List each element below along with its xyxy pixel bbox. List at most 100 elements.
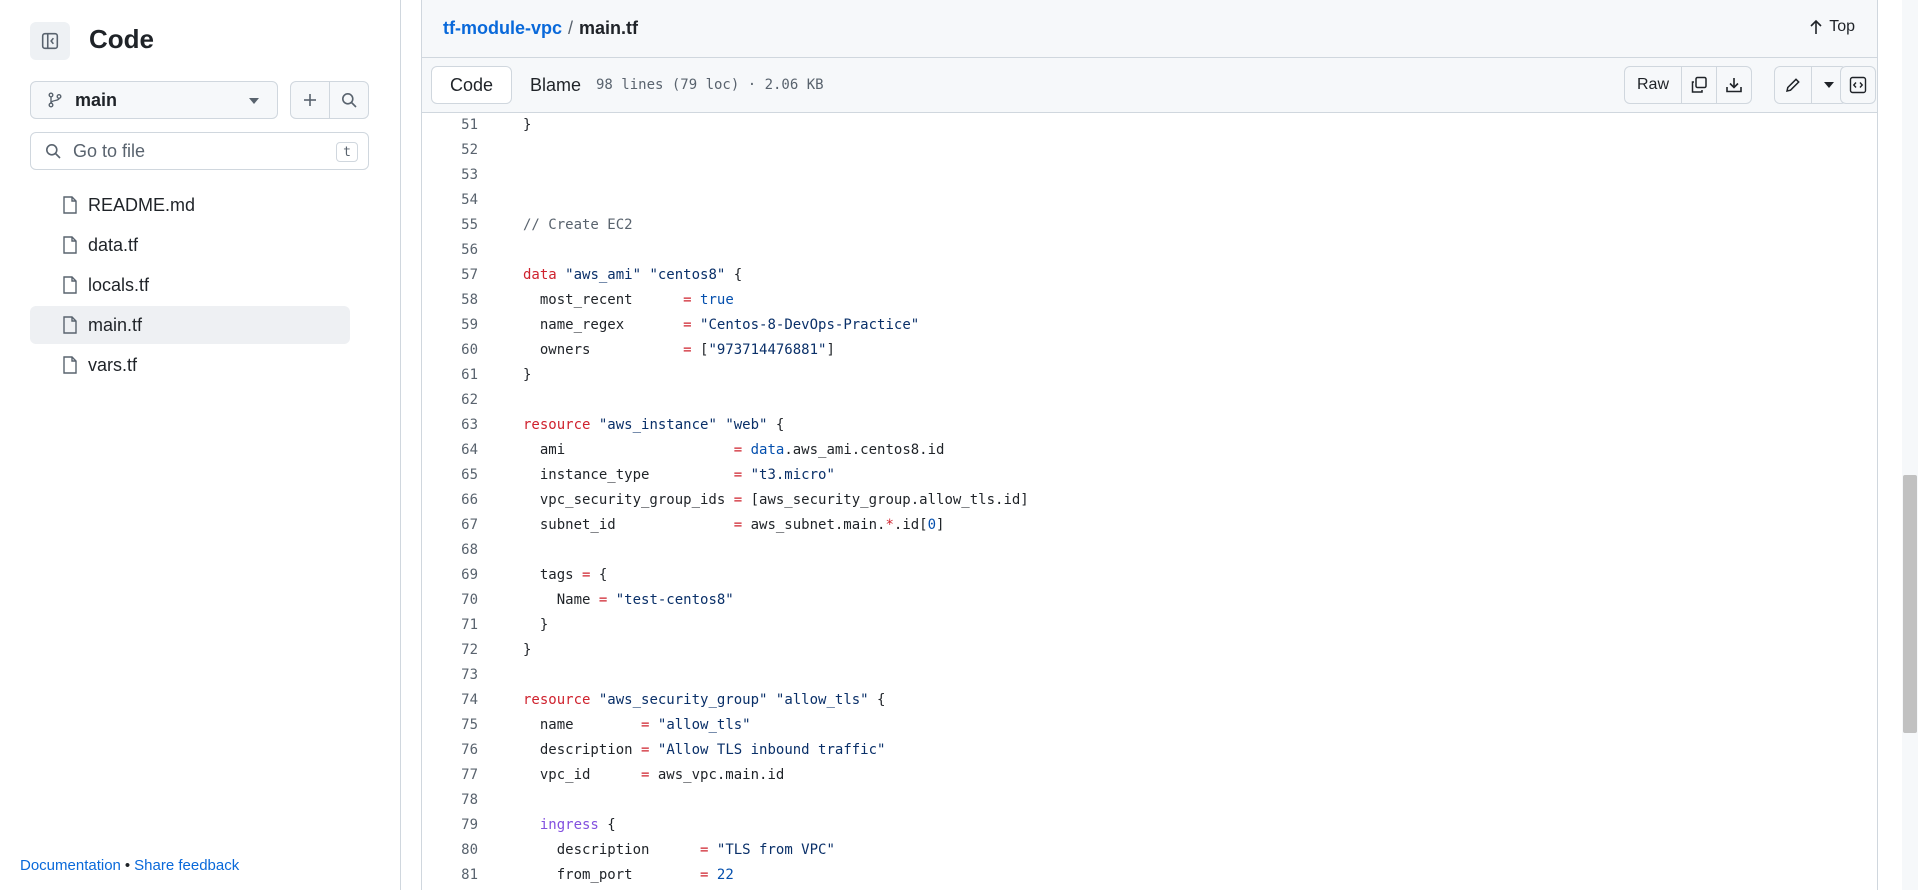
- file-icon: [63, 316, 77, 334]
- code-token: description: [523, 842, 701, 858]
- line-number[interactable]: 65: [422, 463, 478, 488]
- code-token: }: [523, 617, 549, 633]
- breadcrumb-repo-link[interactable]: tf-module-vpc: [443, 18, 562, 38]
- line-number[interactable]: 64: [422, 438, 478, 463]
- file-tree-item-readme[interactable]: README.md: [30, 186, 350, 224]
- file-name: main.tf: [88, 314, 143, 335]
- code-token: "test-centos8": [615, 592, 734, 608]
- code-content: name_regex = "Centos-8-DevOps-Practice": [523, 313, 919, 338]
- code-content: description = "Allow TLS inbound traffic…: [523, 738, 886, 763]
- code-content: most_recent = true: [523, 288, 734, 313]
- line-number[interactable]: 58: [422, 288, 478, 313]
- code-token: =: [733, 467, 743, 483]
- line-number[interactable]: 66: [422, 488, 478, 513]
- file-icon: [63, 356, 77, 374]
- line-number[interactable]: 56: [422, 238, 478, 263]
- file-tree-item-main-tf[interactable]: main.tf: [30, 306, 350, 344]
- line-number[interactable]: 77: [422, 763, 478, 788]
- file-icon: [63, 236, 77, 254]
- file-tree-item-vars-tf[interactable]: vars.tf: [30, 346, 350, 384]
- code-line: 53: [422, 163, 1877, 188]
- code-content: Name = "test-centos8": [523, 588, 734, 613]
- go-to-file-input[interactable]: Go to file t: [30, 132, 369, 170]
- copy-raw-button[interactable]: [1682, 67, 1718, 103]
- code-content: }: [523, 363, 531, 388]
- code-token: [: [691, 342, 709, 358]
- line-number[interactable]: 53: [422, 163, 478, 188]
- go-to-file-placeholder: Go to file: [73, 140, 146, 161]
- pencil-icon: [1786, 78, 1800, 92]
- code-token: data: [523, 267, 557, 283]
- line-number[interactable]: 59: [422, 313, 478, 338]
- line-number[interactable]: 63: [422, 413, 478, 438]
- add-file-button[interactable]: [290, 81, 330, 119]
- edit-file-button[interactable]: [1775, 67, 1812, 103]
- line-number[interactable]: 79: [422, 813, 478, 838]
- line-number[interactable]: 54: [422, 188, 478, 213]
- search-code-button[interactable]: [329, 81, 369, 119]
- code-line: 71 }: [422, 613, 1877, 638]
- tab-code[interactable]: Code: [431, 66, 513, 104]
- line-number[interactable]: 78: [422, 788, 478, 813]
- code-content: from_port = 22: [523, 863, 734, 888]
- line-number[interactable]: 68: [422, 538, 478, 563]
- scroll-to-top-button[interactable]: Top: [1809, 18, 1855, 36]
- code-line: 57 data "aws_ami" "centos8" {: [422, 263, 1877, 288]
- line-number[interactable]: 51: [422, 113, 478, 138]
- code-token: instance_type: [523, 467, 734, 483]
- documentation-link[interactable]: Documentation: [20, 857, 121, 874]
- page-scrollbar[interactable]: [1902, 0, 1918, 890]
- code-content: resource "aws_security_group" "allow_tls…: [523, 688, 885, 713]
- code-line: 56: [422, 238, 1877, 263]
- file-tree-item-data-tf[interactable]: data.tf: [30, 226, 350, 264]
- line-number[interactable]: 55: [422, 213, 478, 238]
- tab-blame[interactable]: Blame: [512, 66, 599, 104]
- code-line: 72}: [422, 638, 1877, 663]
- collapse-sidebar-button[interactable]: [30, 22, 70, 60]
- download-raw-button[interactable]: [1717, 67, 1751, 103]
- code-line: 73: [422, 663, 1877, 688]
- line-number[interactable]: 76: [422, 738, 478, 763]
- file-icon: [63, 276, 77, 294]
- code-token: "allow_tls": [657, 717, 751, 733]
- code-token: "aws_instance": [598, 417, 717, 433]
- chevron-down-icon: [249, 98, 259, 104]
- file-name: data.tf: [88, 234, 139, 255]
- line-number[interactable]: 69: [422, 563, 478, 588]
- line-number[interactable]: 75: [422, 713, 478, 738]
- page-scrollbar-thumb[interactable]: [1903, 475, 1917, 733]
- line-number[interactable]: 57: [422, 263, 478, 288]
- line-number[interactable]: 61: [422, 363, 478, 388]
- line-number[interactable]: 71: [422, 613, 478, 638]
- line-number[interactable]: 81: [422, 863, 478, 888]
- branch-selector[interactable]: main: [30, 81, 278, 119]
- line-number[interactable]: 73: [422, 663, 478, 688]
- line-number[interactable]: 72: [422, 638, 478, 663]
- file-toolbar: Code Blame 98 lines (79 loc) · 2.06 KB R…: [421, 57, 1878, 113]
- code-line: 74 resource "aws_security_group" "allow_t…: [422, 688, 1877, 713]
- line-number[interactable]: 60: [422, 338, 478, 363]
- code-token: }: [523, 642, 532, 658]
- code-token: =: [733, 442, 743, 458]
- share-feedback-link[interactable]: Share feedback: [134, 857, 239, 874]
- line-number[interactable]: 67: [422, 513, 478, 538]
- line-number[interactable]: 74: [422, 688, 478, 713]
- code-token: tags: [523, 567, 583, 583]
- code-content: name = "allow_tls": [523, 713, 751, 738]
- line-number[interactable]: 52: [422, 138, 478, 163]
- symbols-panel-button[interactable]: [1841, 67, 1875, 103]
- line-number[interactable]: 80: [422, 838, 478, 863]
- code-token: from_port: [523, 867, 701, 883]
- line-number[interactable]: 62: [422, 388, 478, 413]
- code-line: 76 description = "Allow TLS inbound traf…: [422, 738, 1877, 763]
- line-number[interactable]: 70: [422, 588, 478, 613]
- file-tree-item-locals-tf[interactable]: locals.tf: [30, 266, 350, 304]
- raw-button[interactable]: Raw: [1625, 67, 1683, 103]
- code-token: 22: [716, 867, 734, 883]
